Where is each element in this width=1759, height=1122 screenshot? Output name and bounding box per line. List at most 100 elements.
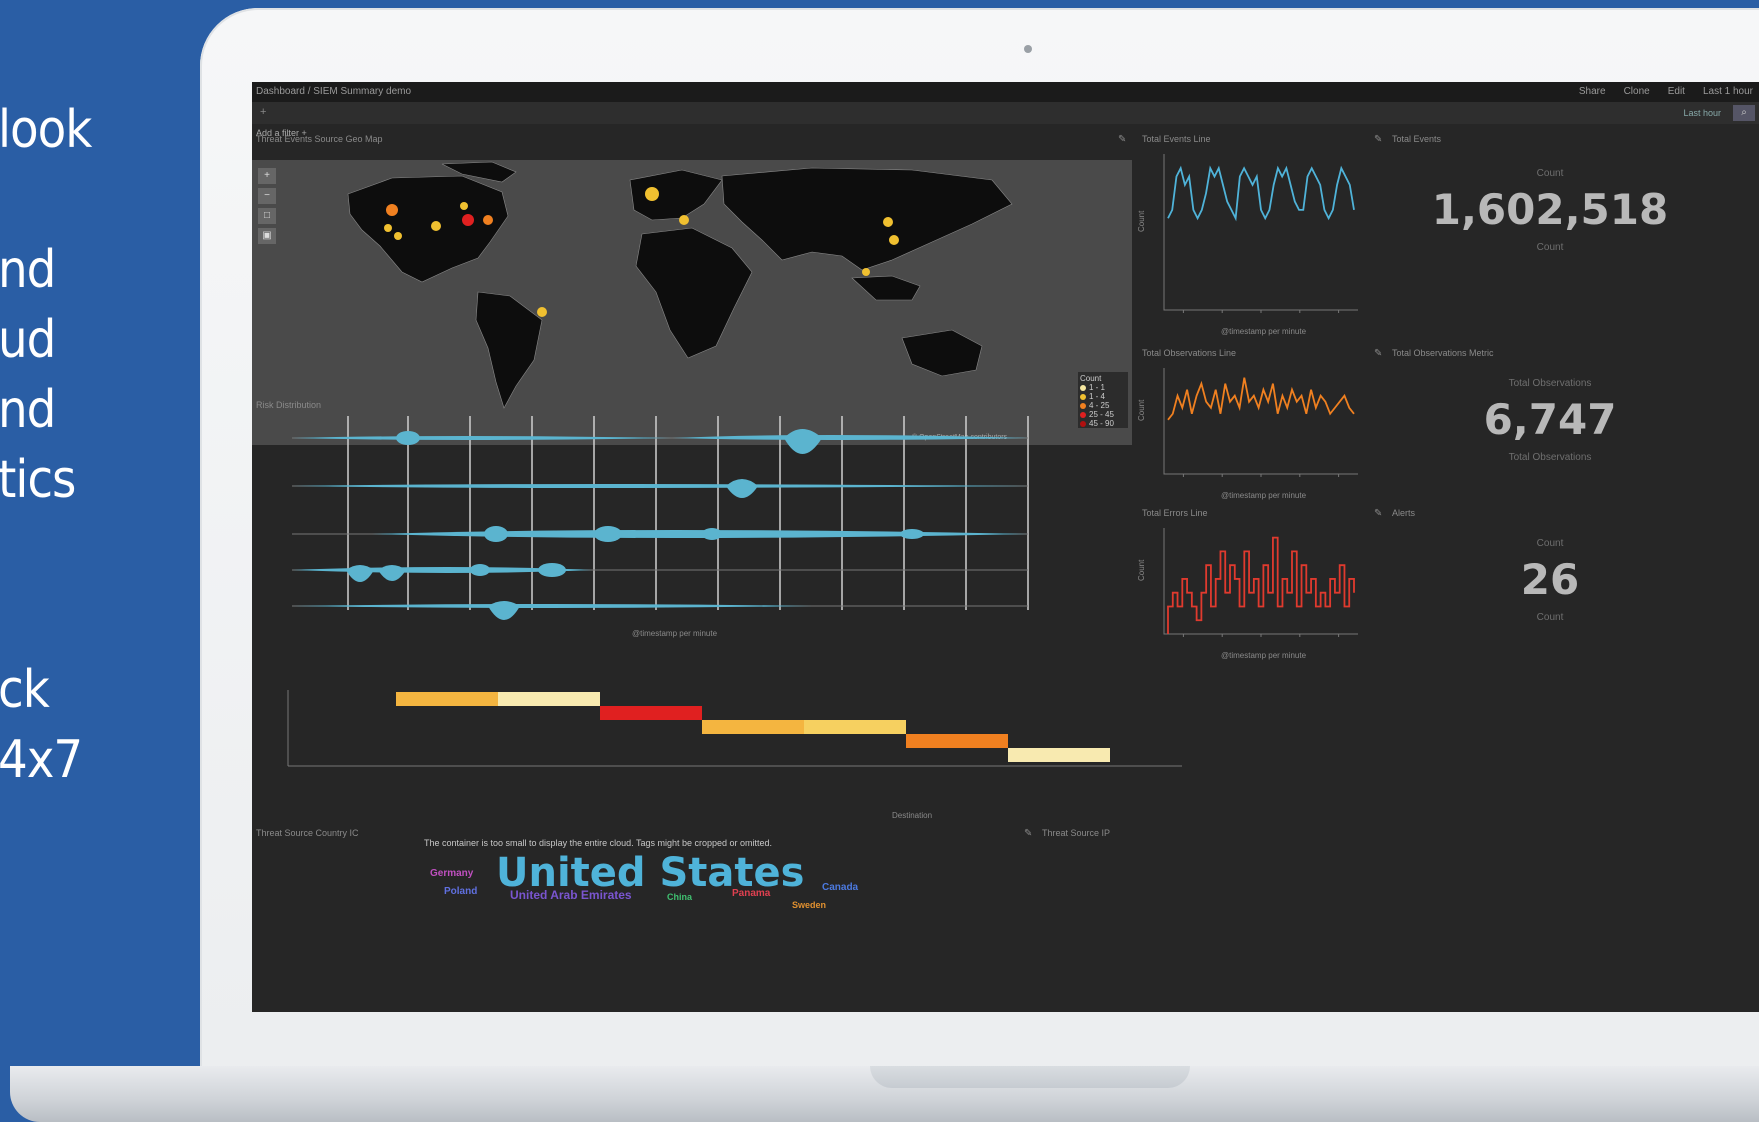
map-marker [883,217,893,227]
legend-label: 4 - 25 [1089,401,1110,410]
legend-title: Count [1080,374,1102,383]
query-bar: + Last hour ⌕ [252,102,1759,124]
map-marker [460,202,468,210]
zoom-out-button[interactable]: − [258,188,276,204]
heatmap-xlabel: Destination [892,811,932,820]
metric-sublabel: Total Observations [1508,452,1592,463]
wordcloud-note: The container is too small to display th… [424,838,773,848]
edit-pencil-icon[interactable]: ✎ [1374,508,1382,519]
asia-shape [721,167,1013,271]
obs-line-chart: @timestamp per minute Count [1138,368,1358,500]
wordcloud-word[interactable]: Panama [732,888,770,899]
edit-pencil-icon[interactable]: ✎ [1374,134,1382,145]
europe-shape [629,169,723,221]
wordcloud-word[interactable]: United Arab Emirates [510,888,632,902]
x-axis-label: @timestamp per minute [1221,651,1307,660]
violin-shapes [292,429,1028,620]
axis-line [1163,154,1358,311]
africa-shape [635,227,753,359]
menu-edit[interactable]: Edit [1668,86,1685,97]
wordcloud-word[interactable]: Canada [822,882,858,893]
heatmap-cell [702,720,804,734]
y-axis-label: Count [1138,210,1146,232]
legend-row: 1 - 1 [1080,383,1126,392]
edit-pencil-icon[interactable]: ✎ [1024,828,1032,839]
metric-value: 1,602,518 [1431,185,1669,234]
side-text-line: ud [0,310,56,370]
risk-distribution-chart: @timestamp per minute [292,416,1029,638]
top-menu: Share Clone Edit Last 1 hour [1579,86,1753,97]
timelion-xlabel: @timestamp per minute [632,629,718,638]
side-text-line: nd [0,240,56,300]
lane-lines [292,437,1028,607]
series-line [1167,536,1355,634]
events-line-chart: @timestamp per minute Count [1138,154,1358,336]
total-events-metric: Count 1,602,518 Count [1400,168,1700,253]
add-icon[interactable]: + [260,106,266,118]
metric-label: Total Observations [1508,378,1592,389]
metric-value: 26 [1520,555,1580,604]
timelion-panel-title: Risk Distribution [256,400,322,410]
query-input[interactable]: Last hour [1683,108,1721,118]
alerts-title: Alerts [1392,508,1416,518]
x-axis-label: @timestamp per minute [1221,327,1307,336]
wordcloud-panel-title: Threat Source Country IC [256,828,359,838]
map-marker [462,214,474,226]
side-text-line: look [0,100,92,160]
legend-row: 1 - 4 [1080,392,1126,401]
map-marker [483,215,493,225]
wordcloud: United States Germany Poland United Arab… [412,850,872,912]
south-america-shape [475,291,543,409]
map-controls: + − □ ▣ [258,168,278,248]
side-marketing-text: look nd ud nd tics ck 4x7 [0,0,200,1122]
heatmap-cell [498,692,600,706]
total-obs-title: Total Observations Metric [1392,348,1494,358]
y-axis-label: Count [1138,559,1146,581]
legend-label: 1 - 1 [1089,383,1106,392]
laptop-notch [870,1066,1190,1088]
wordcloud-word[interactable]: Sweden [792,900,826,910]
north-america-shape [347,175,509,283]
legend-label: 1 - 4 [1089,392,1106,401]
wordcloud-word[interactable]: China [667,892,692,902]
metric-sublabel: Count [1536,242,1564,253]
map-marker [384,224,392,232]
breadcrumb[interactable]: Dashboard / SIEM Summary demo [256,86,411,97]
axis-line [1163,528,1358,635]
zoom-in-button[interactable]: + [258,168,276,184]
series-line [1167,377,1355,421]
southeast-asia-shape [851,275,921,301]
alerts-metric: Count 26 Count [1400,538,1700,623]
metric-label: Count [1536,168,1564,179]
errors-line-title: Total Errors Line [1142,508,1208,518]
heatmap-cell [906,734,1008,748]
edit-pencil-icon[interactable]: ✎ [1118,134,1126,145]
menu-share[interactable]: Share [1579,86,1606,97]
errors-line-chart: @timestamp per minute Count [1138,528,1358,660]
x-axis-label: @timestamp per minute [1221,491,1307,500]
map-fit-button[interactable]: □ [258,208,276,224]
map-marker [679,215,689,225]
menu-clone[interactable]: Clone [1624,86,1650,97]
heatmap-cell [600,706,702,720]
edit-pencil-icon[interactable]: ✎ [1374,348,1382,359]
map-filter-button[interactable]: ▣ [258,228,276,244]
camera-icon [1024,45,1032,53]
vertical-gridlines [347,416,1029,610]
source-ip-panel-title: Threat Source IP [1042,828,1111,838]
map-marker [862,268,870,276]
australia-shape [901,329,983,377]
side-text-line: tics [0,450,76,510]
map-marker [537,307,547,317]
world-map[interactable]: + − □ ▣ Count 1 - 1 1 - 4 4 - 25 25 - 45… [252,160,1132,445]
heatmap-cell [1008,748,1110,762]
wordcloud-word[interactable]: Poland [444,886,477,897]
menu-time-range[interactable]: Last 1 hour [1703,86,1753,97]
search-button[interactable]: ⌕ [1733,105,1755,121]
metric-value: 6,747 [1483,395,1617,444]
dashboard-screen: Dashboard / SIEM Summary demo Share Clon… [252,82,1759,1012]
map-marker [386,204,398,216]
heatmap-cell [804,720,906,734]
wordcloud-word[interactable]: Germany [430,868,473,879]
map-marker [431,221,441,231]
